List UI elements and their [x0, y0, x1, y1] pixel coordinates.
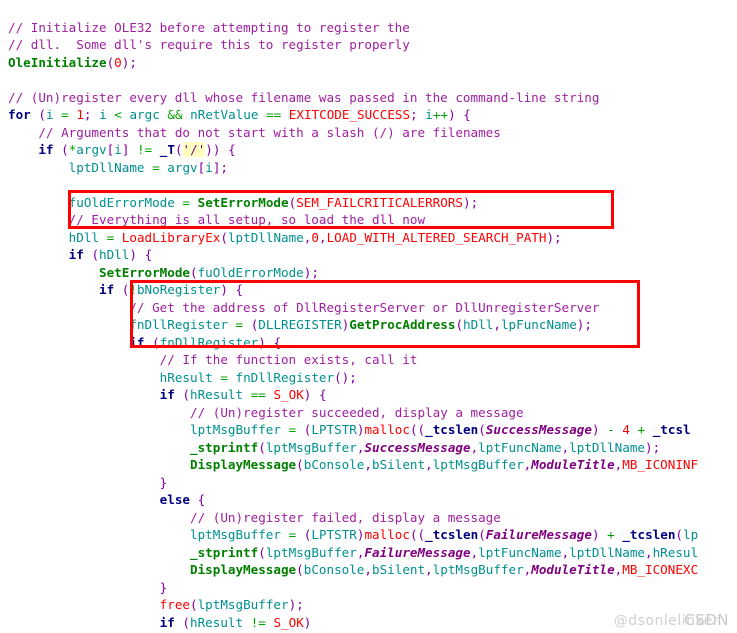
code-line: hResult = fnDllRegister();	[159, 369, 357, 385]
code-line: // Get the address of DllRegisterServer …	[129, 299, 600, 315]
code-line: fnDllRegister = (DLLREGISTER)GetProcAddr…	[129, 317, 592, 333]
code-line: // dll. Some dll's require this to regis…	[8, 37, 410, 53]
code-line: SetErrorMode(fuOldErrorMode);	[99, 264, 319, 280]
code-line: }	[159, 474, 168, 490]
code-line: hDll = LoadLibraryEx(lptDllName,0,LOAD_W…	[68, 229, 562, 245]
code-line: for (i = 1; i < argc && nRetValue == EXI…	[8, 107, 471, 123]
code-line: // (Un)register every dll whose filename…	[8, 89, 600, 105]
code-line: // (Un)register succeeded, display a mes…	[189, 404, 524, 420]
code-line: // Initialize OLE32 before attempting to…	[8, 19, 410, 35]
code-line: if (hDll) {	[68, 247, 153, 263]
code-line: OleInitialize(0);	[8, 54, 137, 70]
code-block: // Initialize OLE32 before attempting to…	[8, 19, 737, 633]
code-line: fuOldErrorMode = SetErrorMode(SEM_FAILCR…	[68, 194, 479, 210]
code-line: if (*argv[i] != _T('/')) {	[38, 142, 236, 158]
code-line: free(lptMsgBuffer);	[159, 597, 304, 613]
code-line: else {	[159, 492, 206, 508]
code-line: DisplayMessage(bConsole,bSilent,lptMsgBu…	[189, 457, 699, 473]
code-line: DisplayMessage(bConsole,bSilent,lptMsgBu…	[189, 562, 699, 578]
code-line: _stprintf(lptMsgBuffer,FailureMessage,lp…	[189, 544, 699, 560]
code-screenshot-surface: // Initialize OLE32 before attempting to…	[0, 0, 737, 633]
code-line: lptMsgBuffer = (LPTSTR)malloc((_tcslen(S…	[189, 422, 691, 438]
code-line: lptDllName = argv[i];	[68, 159, 228, 175]
code-line: // Everything is all setup, so load the …	[68, 212, 426, 228]
code-line: // If the function exists, call it	[159, 352, 418, 368]
code-line: // (Un)register failed, display a messag…	[189, 509, 501, 525]
code-line: // Arguments that do not start with a sl…	[38, 124, 501, 140]
code-line: _stprintf(lptMsgBuffer,SuccessMessage,lp…	[189, 439, 661, 455]
code-line: if (!bNoRegister) {	[99, 282, 244, 298]
code-line: lptMsgBuffer = (LPTSTR)malloc((_tcslen(F…	[189, 527, 699, 543]
code-line: if (fnDllRegister) {	[129, 334, 282, 350]
watermark: CSDN @dsonlelinker	[614, 611, 729, 629]
code-line: }	[159, 579, 168, 595]
code-line: if (hResult == S_OK) {	[159, 387, 327, 403]
watermark-secondary: @dsonlelinker	[613, 613, 719, 629]
